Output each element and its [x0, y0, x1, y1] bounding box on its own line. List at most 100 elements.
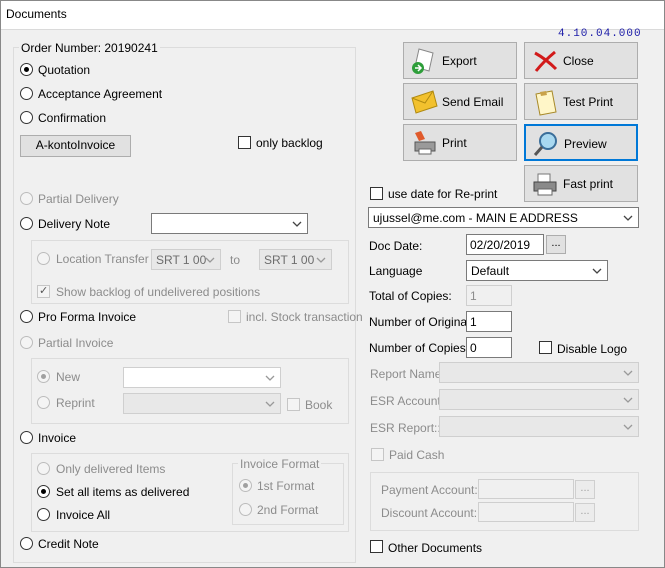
delivery-note-combo[interactable] — [151, 213, 308, 234]
pro-forma-label: Pro Forma Invoice — [38, 310, 137, 324]
doc-date-input[interactable]: 02/20/2019 — [466, 234, 544, 255]
other-documents-checkbox[interactable] — [370, 540, 383, 553]
language-value: Default — [471, 264, 510, 278]
close-label: Close — [563, 54, 594, 68]
printer-icon — [414, 131, 436, 155]
total-copies-input[interactable]: 1 — [466, 285, 512, 306]
esr-account-combo[interactable] — [439, 389, 639, 410]
fast-print-button[interactable]: Fast print — [524, 165, 638, 202]
location-to-value: SRT 1 00 — [264, 253, 315, 267]
partial-delivery-label: Partial Delivery — [38, 192, 119, 206]
invoice-format-label: Invoice Format — [238, 457, 322, 471]
invoice-radio[interactable] — [20, 431, 33, 444]
invoice-all-radio[interactable] — [37, 508, 50, 521]
chevron-down-icon — [623, 424, 633, 430]
test-print-button[interactable]: Test Print — [524, 83, 638, 120]
num-copies-input[interactable]: 0 — [466, 337, 512, 358]
magnifier-icon — [533, 132, 557, 156]
fast-print-label: Fast print — [563, 177, 614, 191]
num-original-value: 1 — [470, 315, 477, 329]
version-label: 4.10.04.000 — [558, 28, 642, 40]
num-copies-label: Number of Copies: — [369, 341, 470, 355]
chevron-down-icon — [623, 215, 633, 221]
akonto-invoice-button[interactable]: A-kontoInvoice — [20, 135, 131, 157]
second-format-label: 2nd Format — [257, 503, 319, 517]
other-documents-label: Other Documents — [388, 541, 483, 555]
confirmation-radio[interactable] — [20, 111, 33, 124]
location-to-combo[interactable]: SRT 1 00 — [259, 249, 332, 270]
use-date-label: use date for Re-print — [388, 187, 498, 201]
location-transfer-radio[interactable] — [37, 252, 50, 265]
export-button[interactable]: Export — [403, 42, 517, 79]
report-name-combo[interactable] — [439, 362, 639, 383]
only-delivered-label: Only delivered Items — [56, 462, 166, 476]
export-icon — [412, 48, 434, 74]
credit-note-radio[interactable] — [20, 537, 33, 550]
use-date-checkbox[interactable] — [370, 187, 383, 200]
partial-delivery-radio[interactable] — [20, 192, 33, 205]
delivery-note-radio[interactable] — [20, 217, 33, 230]
clipboard-icon — [535, 90, 557, 116]
partial-invoice-radio[interactable] — [20, 336, 33, 349]
print-label: Print — [442, 136, 467, 150]
num-copies-value: 0 — [470, 341, 477, 355]
disable-logo-checkbox[interactable] — [539, 341, 552, 354]
chevron-down-icon — [623, 397, 633, 403]
language-combo[interactable]: Default — [466, 260, 608, 281]
second-format-radio[interactable] — [239, 503, 252, 516]
close-button[interactable]: Close — [524, 42, 638, 79]
new-radio[interactable] — [37, 370, 50, 383]
disable-logo-label: Disable Logo — [557, 342, 628, 356]
quotation-radio[interactable] — [20, 63, 33, 76]
show-backlog-checkbox[interactable] — [37, 284, 50, 298]
doc-date-label: Doc Date: — [369, 239, 423, 253]
paid-cash-checkbox[interactable] — [371, 448, 384, 461]
chevron-down-icon — [292, 221, 302, 227]
discount-account-input[interactable] — [478, 502, 574, 522]
invoice-all-label: Invoice All — [56, 508, 111, 522]
print-button[interactable]: Print — [403, 124, 517, 161]
chevron-down-icon — [265, 375, 275, 381]
pro-forma-radio[interactable] — [20, 310, 33, 323]
partial-invoice-label: Partial Invoice — [38, 336, 114, 350]
location-transfer-label: Location Transfer — [56, 252, 149, 266]
payment-account-browse-button[interactable]: ... — [575, 480, 595, 499]
payment-account-input[interactable] — [478, 479, 574, 499]
test-print-label: Test Print — [563, 95, 614, 109]
preview-label: Preview — [564, 137, 607, 151]
date-picker-button[interactable]: ... — [546, 235, 566, 254]
first-format-radio[interactable] — [239, 479, 252, 492]
address-combo[interactable]: ujussel@me.com - MAIN E ADDRESS — [368, 207, 639, 228]
quotation-label: Quotation — [38, 63, 91, 77]
reprint-radio[interactable] — [37, 396, 50, 409]
confirmation-label: Confirmation — [38, 111, 107, 125]
incl-stock-checkbox[interactable] — [228, 310, 241, 323]
only-delivered-radio[interactable] — [37, 462, 50, 475]
send-email-button[interactable]: Send Email — [403, 83, 517, 120]
chevron-down-icon — [205, 257, 215, 263]
only-backlog-checkbox[interactable] — [238, 136, 251, 149]
set-all-delivered-radio[interactable] — [37, 485, 50, 498]
incl-stock-label: incl. Stock transaction — [246, 310, 363, 324]
new-combo[interactable] — [123, 367, 281, 388]
window-title: Documents — [6, 7, 67, 21]
doc-date-value: 02/20/2019 — [470, 238, 531, 252]
discount-account-browse-button[interactable]: ... — [575, 503, 595, 522]
address-value: ujussel@me.com - MAIN E ADDRESS — [373, 211, 578, 225]
preview-button[interactable]: Preview — [524, 124, 638, 161]
num-original-input[interactable]: 1 — [466, 311, 512, 332]
reprint-combo[interactable] — [123, 393, 281, 414]
discount-account-label: Discount Account: — [381, 506, 478, 520]
invoice-label: Invoice — [38, 431, 77, 445]
location-from-value: SRT 1 00 — [156, 253, 207, 267]
book-checkbox[interactable] — [287, 398, 300, 411]
location-from-combo[interactable]: SRT 1 00 — [151, 249, 221, 270]
total-copies-label: Total of Copies: — [369, 289, 452, 303]
esr-report-combo[interactable] — [439, 416, 639, 437]
esr-account-label: ESR Account: — [370, 394, 445, 408]
acceptance-radio[interactable] — [20, 87, 33, 100]
chevron-down-icon — [265, 401, 275, 407]
paid-cash-label: Paid Cash — [389, 448, 445, 462]
send-email-label: Send Email — [442, 95, 504, 109]
language-label: Language — [369, 264, 423, 278]
